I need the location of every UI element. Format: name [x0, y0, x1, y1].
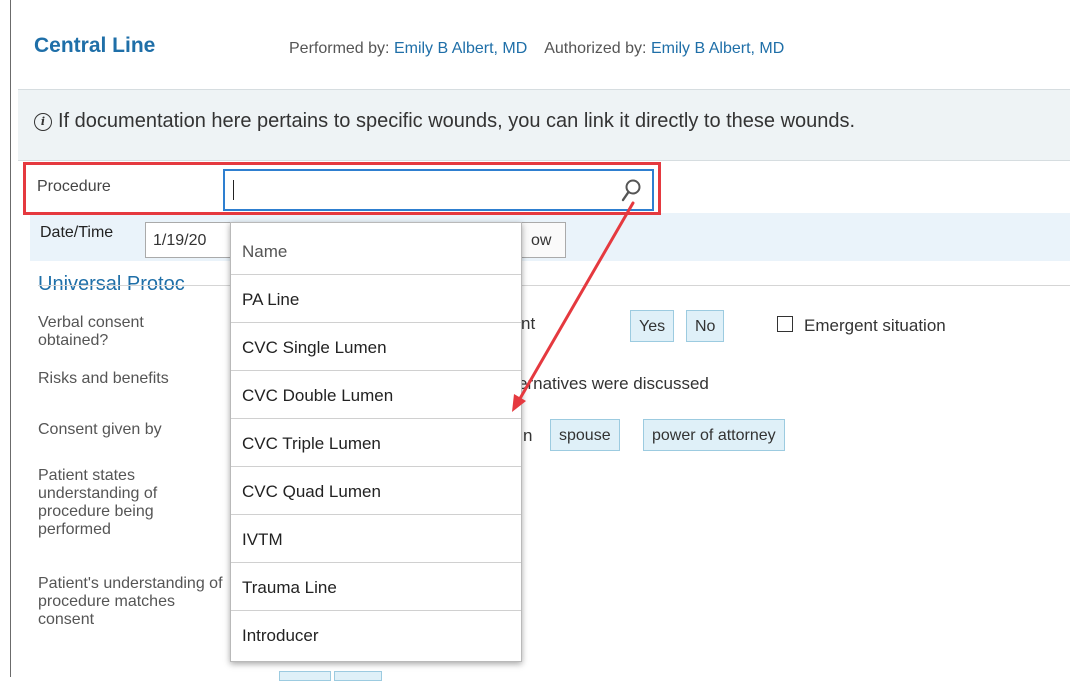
dropdown-item-trauma-line[interactable]: Trauma Line [231, 563, 521, 611]
authorized-by-link[interactable]: Emily B Albert, MD [651, 40, 784, 57]
authorized-by-label: Authorized by: [544, 40, 647, 57]
wound-link-banner: i If documentation here pertains to speci… [18, 89, 1070, 161]
consent-match-label: Patient's understanding of procedure mat… [38, 575, 223, 628]
info-icon: i [34, 113, 52, 131]
partial-button-1[interactable] [279, 671, 331, 681]
dropdown-item-cvc-single-lumen[interactable]: CVC Single Lumen [231, 323, 521, 371]
patient-understanding-label: Patient states understanding of procedur… [38, 467, 158, 538]
page-title: Central Line [34, 34, 156, 57]
dropdown-item-cvc-triple-lumen[interactable]: CVC Triple Lumen [231, 419, 521, 467]
procedure-highlight-callout [23, 162, 661, 215]
dropdown-item-cvc-double-lumen[interactable]: CVC Double Lumen [231, 371, 521, 419]
banner-message: If documentation here pertains to specif… [58, 110, 856, 132]
performed-by-label: Performed by: [289, 40, 390, 57]
consent-given-label: Consent given by [38, 421, 162, 438]
emergent-checkbox[interactable] [777, 316, 793, 332]
performed-by-link[interactable]: Emily B Albert, MD [394, 40, 527, 57]
verbal-consent-fragment: nt [521, 314, 536, 333]
risks-benefits-fragment: ernatives were discussed [518, 374, 709, 393]
performed-authorized-line: Performed by: Emily B Albert, MD Authori… [289, 40, 784, 58]
banner-text: i If documentation here pertains to speci… [34, 110, 855, 133]
datetime-input[interactable]: 1/19/20 [145, 222, 235, 258]
dropdown-item-pa-line[interactable]: PA Line [231, 275, 521, 323]
emergent-label: Emergent situation [804, 316, 946, 335]
dropdown-item-introducer[interactable]: Introducer [231, 611, 521, 659]
dropdown-item-ivtm[interactable]: IVTM [231, 515, 521, 563]
procedure-dropdown: Name PA Line CVC Single Lumen CVC Double… [230, 222, 522, 662]
datetime-label: Date/Time [40, 224, 114, 241]
risks-benefits-label: Risks and benefits [38, 370, 169, 387]
yes-button[interactable]: Yes [630, 310, 675, 342]
dropdown-item-cvc-quad-lumen[interactable]: CVC Quad Lumen [231, 467, 521, 515]
section-divider [38, 285, 1070, 286]
partial-button-2[interactable] [334, 671, 382, 681]
spouse-button[interactable]: spouse [550, 419, 620, 451]
consent-given-fragment: n [523, 426, 533, 445]
window-left-border [10, 0, 11, 677]
power-of-attorney-button[interactable]: power of attorney [643, 419, 785, 451]
no-button[interactable]: No [686, 310, 725, 342]
verbal-consent-label: Verbal consent obtained? [38, 314, 144, 349]
dropdown-header-name: Name [231, 223, 521, 275]
